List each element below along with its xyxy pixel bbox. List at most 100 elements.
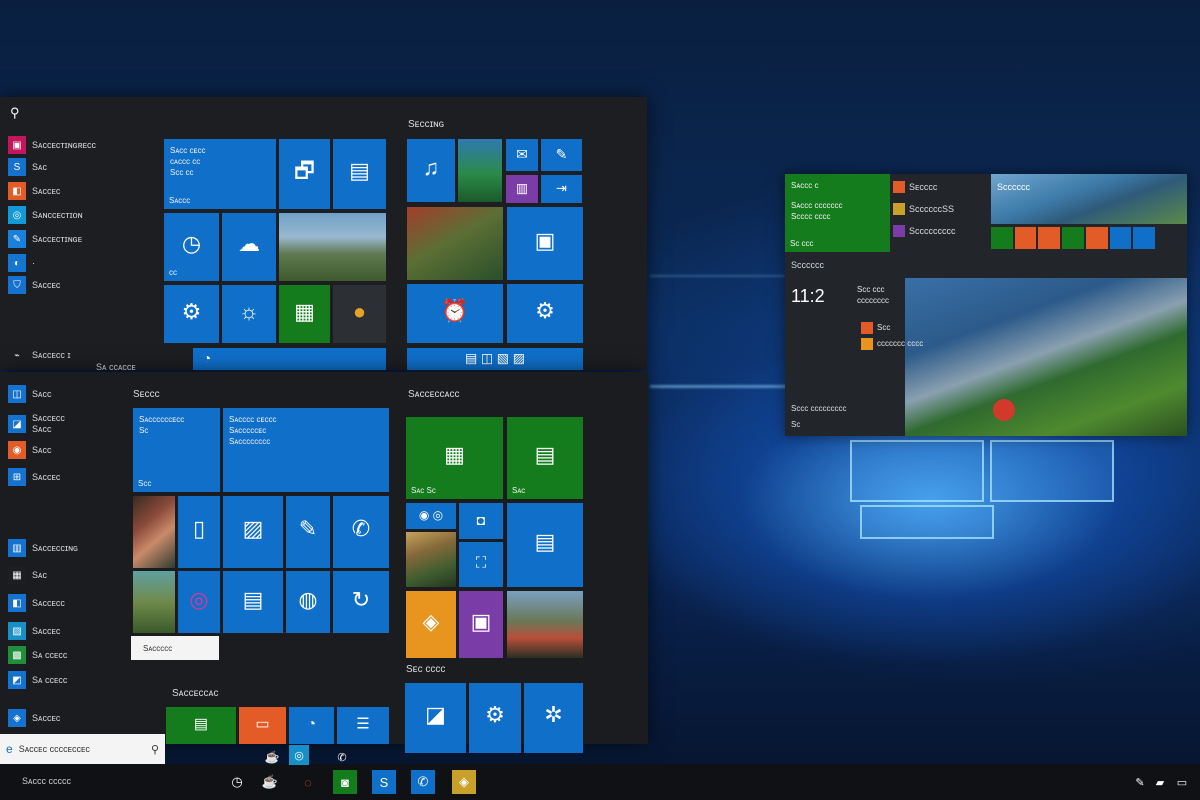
app-list-item[interactable]: ◧ Sᴀᴄᴄᴇᴄᴄ <box>8 593 65 613</box>
tile-app[interactable]: ◍ <box>286 571 330 633</box>
tile-photo[interactable] <box>507 591 583 658</box>
tile-app[interactable]: ⚙ <box>507 284 583 343</box>
widget-info-row[interactable]: Sᴄᴄ <box>861 322 923 334</box>
tile-app[interactable]: ☰ <box>337 707 389 744</box>
tile-app[interactable]: ◘ <box>459 503 503 539</box>
app-list-item[interactable]: ◈ Sᴀᴄᴄᴇᴄ <box>8 708 60 728</box>
tile-app[interactable]: ⚙ <box>164 285 219 343</box>
tile-app[interactable]: ▣ <box>507 207 583 280</box>
tile-photo[interactable] <box>133 571 175 633</box>
widget-info-row[interactable]: ᴄᴄᴄᴄᴄᴄᴄ ᴄᴄᴄᴄ <box>861 338 923 350</box>
tile-app[interactable]: ▦ <box>279 285 330 343</box>
widget-photo[interactable]: Sᴄᴄᴄᴄᴄᴄ <box>991 174 1187 224</box>
tile-photo[interactable] <box>407 207 503 280</box>
tile-app[interactable]: ▤ <box>166 707 236 744</box>
tile-app[interactable]: ▤ <box>507 503 583 587</box>
small-panel[interactable]: Sᴀᴄᴄᴄᴄᴄ <box>131 636 219 660</box>
app-list-item[interactable]: ▨ Sᴀᴄᴄᴇᴄ <box>8 621 60 641</box>
tile-app[interactable]: ▥ <box>506 175 538 203</box>
cup-icon[interactable]: ☕ <box>258 770 282 794</box>
app-list-item[interactable]: ◧ Sᴀᴄᴄᴇᴄ <box>8 181 60 201</box>
tile-app[interactable]: ◪ <box>405 683 466 753</box>
tile-news[interactable]: Sᴀᴄᴄ ᴄᴇᴄᴄ ᴄᴀᴄᴄᴄ ᴄᴄ Sᴄᴄ ᴄᴄ Sᴀᴄᴄᴄ <box>164 139 276 209</box>
tile-app[interactable]: ✎ <box>286 496 330 568</box>
tile-app[interactable]: ▦ Sᴀᴄ Sᴄ <box>406 417 503 499</box>
app-list-item[interactable]: ◪ Sᴀᴄᴄᴇᴄᴄ Sᴀᴄᴄ <box>8 412 65 436</box>
search-icon[interactable]: ⚲ <box>10 105 20 121</box>
chat-icon[interactable]: ✆ <box>330 745 354 769</box>
tile-app[interactable]: ◈ <box>406 591 456 658</box>
edge-icon[interactable]: ◌ <box>296 770 320 794</box>
tile-app[interactable]: ⚙ <box>469 683 521 753</box>
widget-list-item[interactable]: Sᴇᴄᴄᴄᴄ <box>893 176 989 198</box>
tile-app[interactable]: ⛶ <box>459 542 503 587</box>
tile-app[interactable]: ⏰ <box>407 284 503 343</box>
tile-app[interactable]: ▤ ◫ ▧ ▨ <box>407 348 583 370</box>
tile-photo[interactable] <box>458 139 502 202</box>
tile-app[interactable]: ▯ <box>178 496 220 568</box>
app-icon[interactable] <box>1062 227 1084 249</box>
app-list-item[interactable]: ⊞ Sᴀᴄᴄᴇᴄ <box>8 467 60 487</box>
tile-app[interactable]: ☁ <box>222 213 276 281</box>
app-list-item[interactable]: ▣ Sᴀᴄᴄᴇᴄᴛɪɴɢʀᴇᴄᴄ <box>8 135 96 155</box>
tile-app[interactable]: ◔ <box>193 348 386 370</box>
app-list-item[interactable]: ⌁ Sᴀᴄᴄᴇᴄᴄ ɪ <box>8 345 70 365</box>
tile-info[interactable]: Sᴀᴄᴄᴄᴄᴄᴄᴇᴄᴄ Sᴄ Sᴄᴄ <box>133 408 220 492</box>
game-icon[interactable]: ◈ <box>452 770 476 794</box>
tile-app[interactable]: ◉ ◎ <box>406 503 456 529</box>
tile-app[interactable]: ♫ <box>407 139 455 202</box>
clock-icon[interactable]: ◷ <box>225 770 249 794</box>
widget-list-item[interactable]: SᴄᴄᴄᴄᴄᴄSS <box>893 198 989 220</box>
widget-tile[interactable]: Sᴀᴄᴄᴄ ᴄ Sᴀᴄᴄᴄ ᴄᴄᴄᴄᴄᴄᴄ Sᴄᴄᴄᴄ ᴄᴄᴄᴄ Sᴄ ᴄᴄᴄ <box>785 174 890 252</box>
tile-app[interactable]: ◷ ᴄᴄ <box>164 213 219 281</box>
tile-app[interactable]: ✎ <box>541 139 582 171</box>
tile-app[interactable]: ◎ <box>178 571 220 633</box>
app-list-item[interactable]: ⛉ Sᴀᴄᴄᴇᴄ <box>8 275 60 295</box>
app-list-item[interactable]: ✎ Sᴀᴄᴄᴇᴄᴛɪɴɢᴇ <box>8 229 82 249</box>
search-input[interactable]: Sᴀᴄᴄᴇᴄ ᴄᴄᴄᴄᴇᴄᴄᴇᴄ <box>19 744 151 754</box>
tile-wide[interactable]: Sᴀᴄᴄᴄᴄ ᴄᴇᴄᴄᴄ Sᴀᴄᴄᴄᴄᴄᴇᴄ Sᴀᴄᴄᴄᴄᴄᴄᴄᴄ <box>223 408 389 492</box>
teal-app-icon[interactable]: ◎ <box>289 745 309 765</box>
tile-app[interactable]: ● <box>333 285 386 343</box>
app-icon[interactable] <box>991 227 1013 249</box>
volume-icon[interactable]: ▭ <box>1170 770 1194 794</box>
app-icon[interactable] <box>1133 227 1156 249</box>
taskbar-left-label[interactable]: Sᴀᴄᴄᴄ ᴄᴄᴄᴄᴄ <box>22 776 71 786</box>
tile-app[interactable]: ▤ <box>333 139 386 209</box>
app-icon[interactable] <box>1109 227 1132 249</box>
search-icon[interactable]: ⚲ <box>151 743 159 756</box>
app-list-item[interactable]: S Sᴀᴄ <box>8 157 47 177</box>
app-icon[interactable] <box>1085 227 1108 249</box>
app-list-item[interactable]: ▥ Sᴀᴄᴄᴇᴄᴄɪɴɢ <box>8 538 78 558</box>
tile-app[interactable]: ▨ <box>223 496 283 568</box>
tile-app[interactable]: ☼ <box>222 285 276 343</box>
battery-icon[interactable]: ▰ <box>1148 770 1172 794</box>
app-icon[interactable] <box>1038 227 1061 249</box>
tile-photo[interactable] <box>133 496 175 568</box>
tile-app[interactable]: ▤ Sᴀᴄ <box>507 417 583 499</box>
tile-app[interactable]: ◔ <box>289 707 334 744</box>
app-icon[interactable]: S <box>372 770 396 794</box>
search-box[interactable]: e Sᴀᴄᴄᴇᴄ ᴄᴄᴄᴄᴇᴄᴄᴇᴄ ⚲ <box>0 734 165 764</box>
tray-icon[interactable]: ☕ <box>260 745 284 769</box>
tile-app[interactable]: ↻ <box>333 571 389 633</box>
app-icon[interactable] <box>1014 227 1037 249</box>
tile-app[interactable]: 🗗 <box>279 139 330 209</box>
tile-app[interactable]: ✲ <box>524 683 583 753</box>
app-list-item[interactable]: ◫ Sᴀᴄᴄ <box>8 384 51 404</box>
tile-photo[interactable] <box>279 213 386 281</box>
app-list-item[interactable]: ◉ Sᴀᴄᴄ <box>8 440 51 460</box>
tile-app[interactable]: ✆ <box>333 496 389 568</box>
app-list-item[interactable]: ◩ Sᴀ ᴄᴄᴇᴄᴄ <box>8 670 67 690</box>
tile-app[interactable]: ▣ <box>459 591 503 658</box>
app-list-item[interactable]: ▩ Sᴀ ᴄᴄᴇᴄᴄ <box>8 645 67 665</box>
tile-photo[interactable] <box>406 532 456 587</box>
widget-list-item[interactable]: Sᴄᴄᴄᴄᴄᴄᴄᴄᴄ <box>893 220 989 242</box>
chat-icon[interactable]: ✆ <box>411 770 435 794</box>
app-list-item[interactable]: ◎ Sᴀɴᴄᴄᴇᴄᴛɪᴏɴ <box>8 205 83 225</box>
tile-app[interactable]: ▭ <box>239 707 286 744</box>
tile-app[interactable]: ✉ <box>506 139 538 171</box>
tile-app[interactable]: ⇥ <box>541 175 582 203</box>
app-list-item[interactable]: ▦ Sᴀᴄ <box>8 565 47 585</box>
store-icon[interactable]: ◙ <box>333 770 357 794</box>
